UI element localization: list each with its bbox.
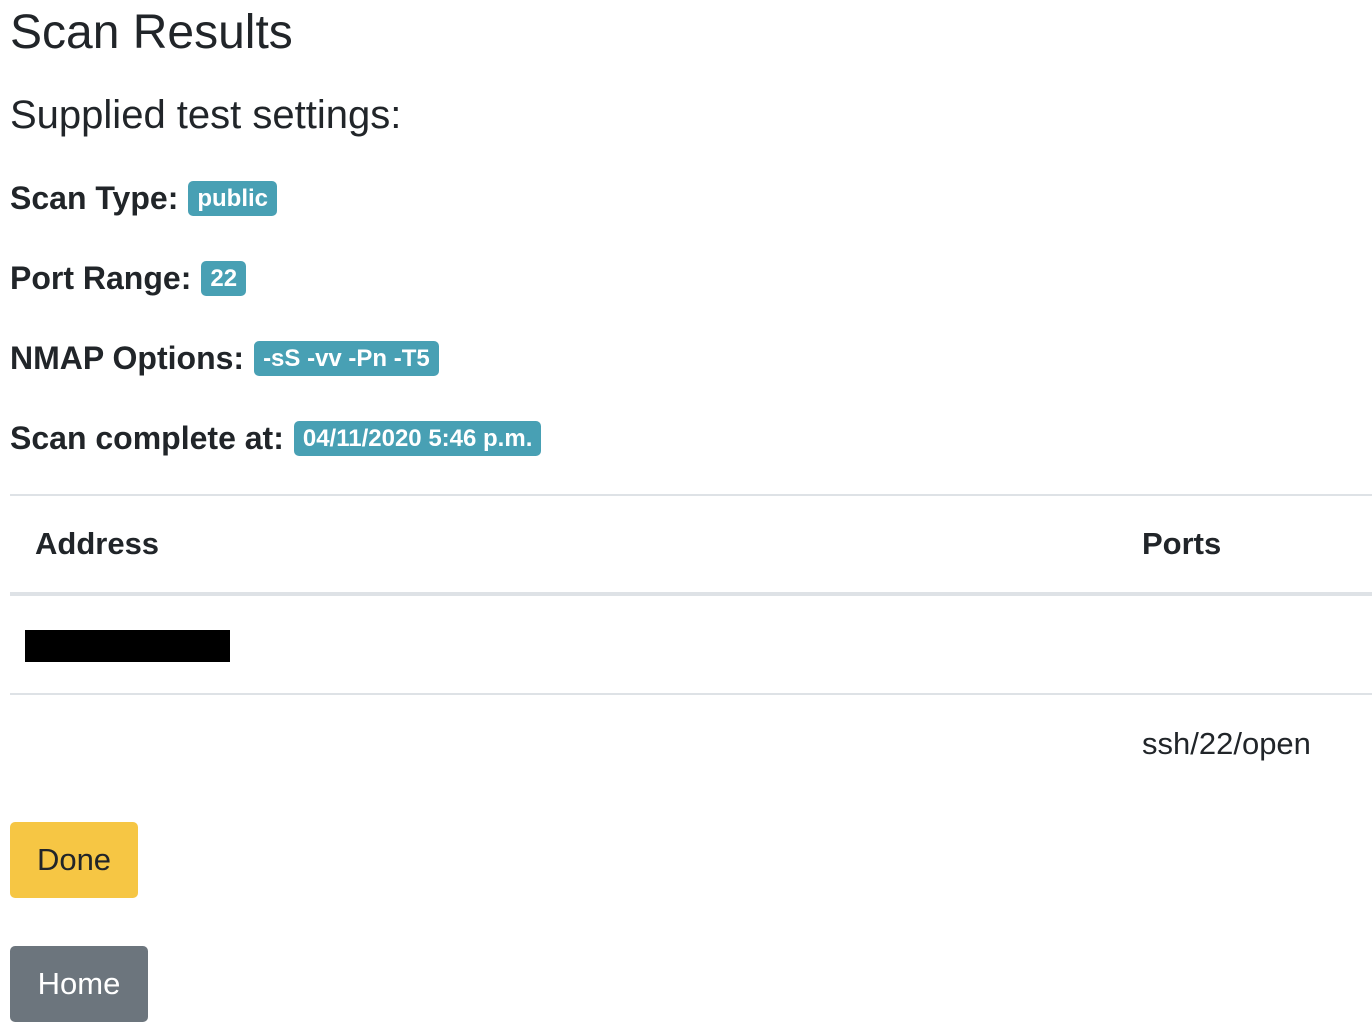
scan-type-label: Scan Type:	[10, 180, 179, 216]
nmap-options-label: NMAP Options:	[10, 340, 245, 376]
done-button[interactable]: Done	[10, 822, 138, 898]
table-row	[10, 594, 1372, 695]
scan-type-row: Scan Type: public	[10, 178, 278, 218]
scan-type-badge: public	[188, 180, 278, 216]
scan-complete-label: Scan complete at:	[10, 420, 284, 456]
redacted-address-block	[25, 630, 230, 663]
ports-column-header: Ports	[1142, 494, 1372, 596]
nmap-options-badge: -sS -vv -Pn -T5	[254, 340, 439, 376]
scan-complete-row: Scan complete at: 04/11/2020 5:46 p.m.	[10, 418, 542, 458]
address-cell	[10, 694, 1142, 792]
port-range-row: Port Range: 22	[10, 258, 247, 298]
settings-heading: Supplied test settings:	[10, 93, 402, 137]
page-title: Scan Results	[10, 6, 293, 59]
table-row: ssh/22/open	[10, 694, 1372, 792]
scan-complete-badge: 04/11/2020 5:46 p.m.	[293, 420, 542, 456]
results-table: Address Ports ssh/22/open	[10, 494, 1372, 792]
ports-cell	[1142, 594, 1372, 695]
nmap-options-row: NMAP Options: -sS -vv -Pn -T5	[10, 338, 439, 378]
home-button[interactable]: Home	[10, 946, 148, 1022]
scan-results-page: Scan Results Supplied test settings: Sca…	[0, 0, 1372, 1034]
address-cell	[10, 594, 1142, 695]
results-table-container: Address Ports ssh/22/open	[10, 494, 1372, 792]
port-range-badge: 22	[201, 260, 247, 296]
table-header-row: Address Ports	[10, 494, 1372, 596]
ports-cell: ssh/22/open	[1142, 725, 1311, 761]
address-column-header: Address	[10, 494, 1142, 596]
port-range-label: Port Range:	[10, 260, 192, 296]
